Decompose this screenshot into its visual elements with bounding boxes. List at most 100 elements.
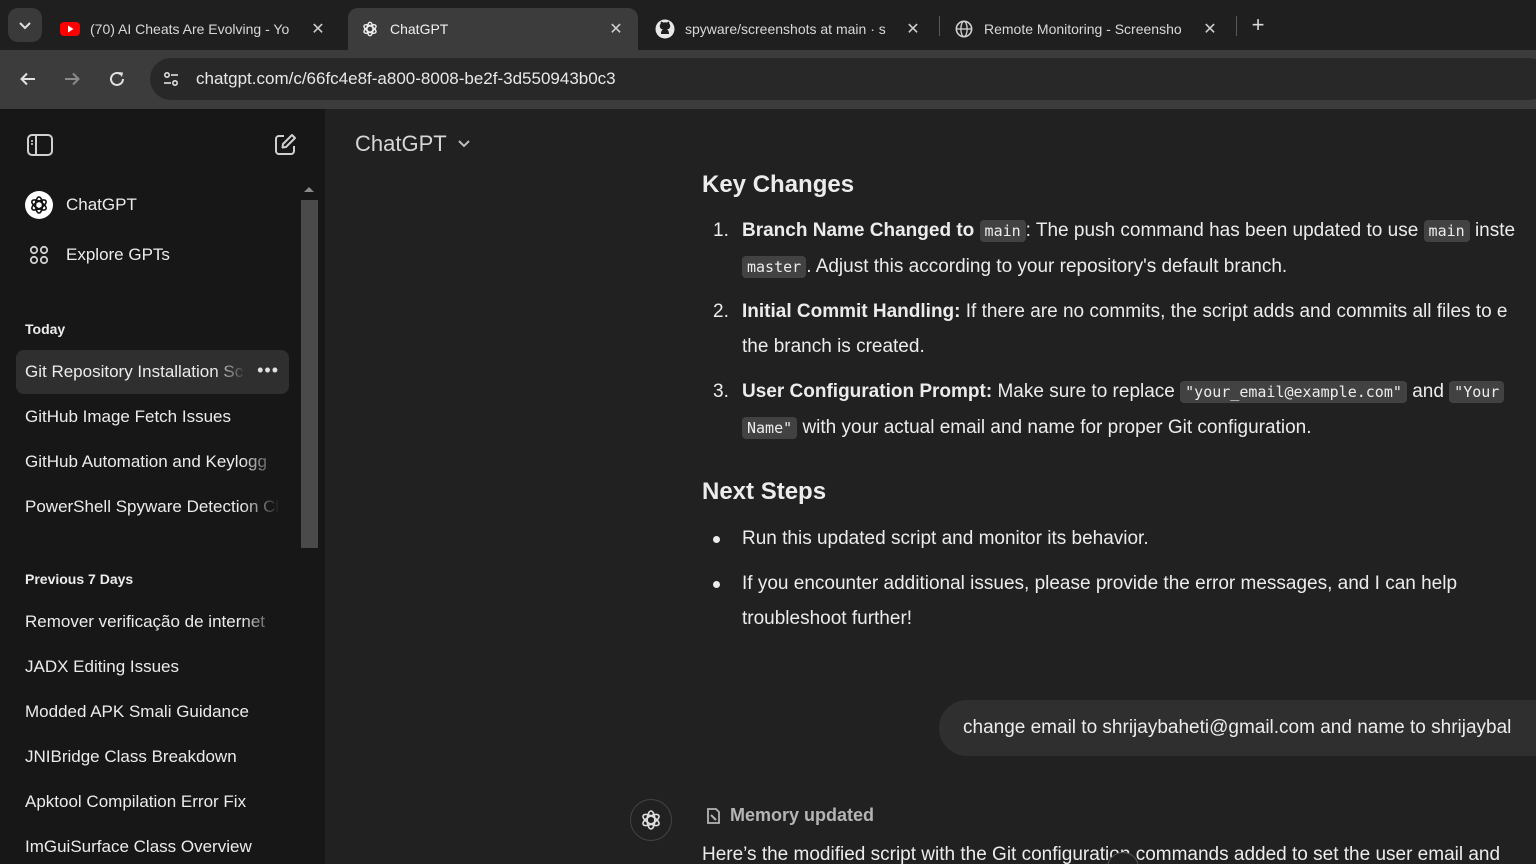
bullet-icon: [713, 581, 720, 588]
user-message-bubble: change email to shrijaybaheti@gmail.com …: [939, 700, 1536, 756]
sidebar-chat-item[interactable]: JNIBridge Class Breakdown: [16, 735, 289, 779]
section-heading-today: Today: [25, 321, 66, 337]
inline-code: main: [1423, 220, 1470, 242]
chat-title: Remover verificação de internet: [25, 612, 266, 631]
tab-separator: [939, 16, 940, 36]
chatgpt-icon: [360, 19, 380, 39]
inline-code: main: [979, 220, 1026, 242]
sidebar-item-label: ChatGPT: [66, 195, 137, 214]
new-chat-button[interactable]: [269, 129, 301, 161]
list-item: 1. Branch Name Changed to main: The push…: [713, 213, 1536, 285]
sidebar-chat-item[interactable]: Git Repository Installation Sc •••: [16, 350, 289, 394]
tab-title: Remote Monitoring - Screensho: [984, 21, 1182, 37]
key-changes-heading: Key Changes: [702, 171, 855, 198]
close-icon[interactable]: ✕: [1200, 19, 1220, 39]
chat-title: Git Repository Installation Sc: [25, 362, 244, 381]
memory-updated-indicator[interactable]: Memory updated: [704, 805, 874, 826]
list-item: If you encounter additional issues, plea…: [713, 566, 1536, 636]
chat-title: GitHub Automation and Keylogg: [25, 452, 267, 471]
sidebar-scrollbar[interactable]: [301, 200, 318, 548]
new-tab-button[interactable]: +: [1246, 12, 1270, 38]
toggle-sidebar-button[interactable]: [24, 129, 56, 161]
chat-title: Apktool Compilation Error Fix: [25, 792, 247, 811]
close-icon[interactable]: ✕: [308, 19, 328, 39]
list-item-title: Initial Commit Handling:: [742, 301, 961, 322]
grid-icon: [24, 240, 54, 270]
back-button[interactable]: [12, 63, 44, 95]
arrow-left-icon: [20, 72, 35, 86]
arrow-right-icon: [65, 72, 80, 86]
sidebar-chat-item[interactable]: GitHub Automation and Keylogg: [16, 440, 289, 484]
list-item: 3. User Configuration Prompt: Make sure …: [713, 374, 1536, 446]
inline-code: Name": [742, 417, 798, 439]
chat-title: JADX Editing Issues: [25, 657, 180, 676]
sidebar-chat-item[interactable]: Modded APK Smali Guidance: [16, 690, 289, 734]
list-number: 3.: [713, 381, 729, 402]
reload-button[interactable]: [101, 63, 133, 95]
reload-icon: [110, 71, 124, 86]
sidebar-chat-item[interactable]: Apktool Compilation Error Fix: [16, 780, 289, 824]
globe-icon: [954, 19, 974, 39]
site-info-icon[interactable]: [150, 70, 192, 88]
list-text: the branch is created.: [742, 336, 925, 357]
url-text[interactable]: chatgpt.com/c/66fc4e8f-a800-8008-be2f-3d…: [196, 69, 616, 89]
chatgpt-icon: [630, 799, 672, 841]
chat-title: GitHub Image Fetch Issues: [25, 407, 231, 426]
inline-code: "your_email@example.com": [1180, 381, 1407, 403]
assistant-message-text: Here’s the modified script with the Git …: [702, 844, 1501, 864]
tab-title: (70) AI Cheats Are Evolving - Yo: [90, 21, 290, 37]
list-item: Run this updated script and monitor its …: [713, 521, 1536, 556]
chevron-down-icon: [19, 22, 31, 30]
bullet-icon: [713, 536, 720, 543]
list-text: If there are no commits, the script adds…: [965, 301, 1508, 322]
browser-tab-bar: (70) AI Cheats Are Evolving - Yo ✕ ChatG…: [0, 0, 1536, 50]
chat-title: Modded APK Smali Guidance: [25, 702, 249, 721]
list-item-title: User Configuration Prompt:: [742, 381, 993, 402]
address-bar[interactable]: chatgpt.com/c/66fc4e8f-a800-8008-be2f-3d…: [150, 58, 1536, 100]
sidebar-item-label: Explore GPTs: [66, 245, 170, 264]
tab-github[interactable]: spyware/screenshots at main · s ✕: [643, 8, 935, 50]
model-selector[interactable]: ChatGPT: [355, 131, 471, 157]
github-icon: [655, 19, 675, 39]
tab-youtube[interactable]: (70) AI Cheats Are Evolving - Yo ✕: [48, 8, 340, 50]
sidebar-chat-item[interactable]: Remover verificação de internet: [16, 600, 289, 644]
sidebar-item-explore-gpts[interactable]: Explore GPTs: [16, 233, 289, 277]
list-item-title: Branch Name Changed to: [742, 220, 975, 241]
youtube-icon: [60, 19, 80, 39]
scroll-up-arrow-icon[interactable]: [304, 187, 314, 192]
tab-title: ChatGPT: [390, 21, 449, 37]
model-name: ChatGPT: [355, 131, 447, 156]
main-chat-area: ChatGPT Key Changes 1. Branch Name Chang…: [325, 109, 1536, 864]
memory-icon: [707, 807, 720, 824]
tab-search-button[interactable]: [8, 8, 42, 42]
close-icon[interactable]: ✕: [903, 19, 923, 39]
sidebar-chat-item[interactable]: JADX Editing Issues: [16, 645, 289, 689]
memory-label: Memory updated: [730, 805, 875, 825]
list-number: 2.: [713, 301, 729, 322]
forward-button[interactable]: [56, 63, 88, 95]
sidebar-item-chatgpt[interactable]: ChatGPT: [16, 183, 289, 227]
list-text: inste: [1474, 220, 1516, 241]
sidebar-chat-item[interactable]: ImGuiSurface Class Overview: [16, 825, 289, 864]
chat-title: PowerShell Spyware Detection Cl: [25, 497, 280, 516]
list-text: Make sure to replace: [997, 381, 1175, 402]
list-item: 2. Initial Commit Handling: If there are…: [713, 294, 1536, 364]
browser-toolbar: chatgpt.com/c/66fc4e8f-a800-8008-be2f-3d…: [0, 50, 1536, 109]
list-text: troubleshoot further!: [742, 608, 913, 629]
list-number: 1.: [713, 220, 729, 241]
close-icon[interactable]: ✕: [606, 19, 626, 39]
inline-code: "Your: [1449, 381, 1505, 403]
list-text: Run this updated script and monitor its …: [742, 528, 1149, 549]
inline-code: master: [742, 256, 807, 278]
sidebar-chat-item[interactable]: PowerShell Spyware Detection Cl: [16, 485, 289, 529]
next-steps-heading: Next Steps: [702, 478, 827, 505]
tab-separator: [1236, 16, 1237, 36]
sidebar-chat-item[interactable]: GitHub Image Fetch Issues: [16, 395, 289, 439]
tab-remote-monitoring[interactable]: Remote Monitoring - Screensho ✕: [942, 8, 1232, 50]
list-text: and: [1412, 381, 1444, 402]
more-options-icon[interactable]: •••: [257, 360, 279, 381]
tab-chatgpt[interactable]: ChatGPT ✕: [348, 8, 638, 50]
section-heading-previous-7-days: Previous 7 Days: [25, 571, 134, 587]
chatgpt-icon: [24, 190, 54, 220]
sidebar-icon: [27, 134, 53, 156]
